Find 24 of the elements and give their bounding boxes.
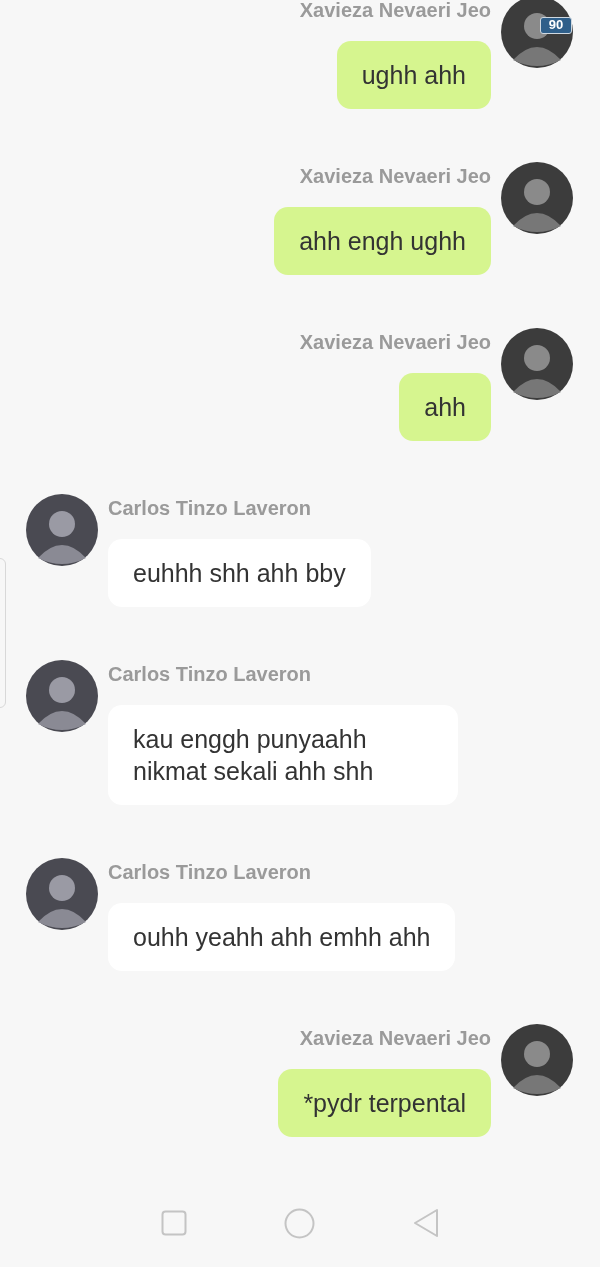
back-icon[interactable] <box>413 1208 440 1238</box>
sender-name: Xavieza Nevaeri Jeo <box>299 164 491 189</box>
message-bubble: ughh ahh <box>336 41 491 109</box>
avatar <box>501 328 573 400</box>
sender-name: Carlos Tinzo Laveron <box>108 860 311 885</box>
battery-level: 90 <box>540 17 572 34</box>
avatar <box>26 858 98 930</box>
message-bubble: kau enggh punyaahh nikmat sekali ahh shh <box>108 705 458 805</box>
message-bubble: ahh <box>399 373 491 441</box>
sender-name: Carlos Tinzo Laveron <box>108 662 311 687</box>
avatar <box>501 162 573 234</box>
home-icon[interactable] <box>284 1207 316 1239</box>
message-bubble: euhhh shh ahh bby <box>108 539 371 607</box>
message-bubble: *pydr terpental <box>278 1069 491 1137</box>
recent-apps-icon[interactable] <box>160 1210 187 1236</box>
avatar <box>26 660 98 732</box>
sender-name: Carlos Tinzo Laveron <box>108 496 311 521</box>
sender-name: Xavieza Nevaeri Jeo <box>299 1026 491 1051</box>
avatar <box>26 494 98 566</box>
message-bubble: ouhh yeahh ahh emhh ahh <box>108 903 456 971</box>
sender-name: Xavieza Nevaeri Jeo <box>299 330 491 355</box>
avatar <box>501 1024 573 1096</box>
message-bubble: ahh engh ughh <box>274 207 491 275</box>
sender-name: Xavieza Nevaeri Jeo <box>299 0 491 23</box>
